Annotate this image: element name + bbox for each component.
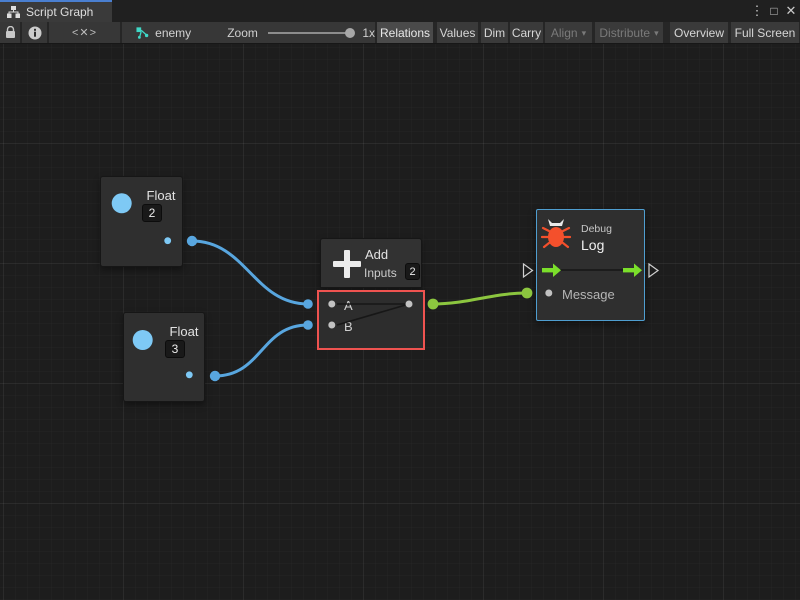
graph-canvas[interactable]: Float 2 Float 3 Add Inputs 2 A B Debug L…	[0, 44, 800, 600]
zoom-level: 1x	[362, 26, 375, 40]
toolbar: <✕> enemy Zoom 1x Relations Values Dim C…	[0, 22, 800, 44]
window-menu-icon[interactable]: ⋮	[750, 0, 764, 22]
node-debug-log[interactable]: Debug Log Message	[536, 209, 645, 321]
inputs-count-input[interactable]: 2	[405, 263, 420, 280]
port-label-a: A	[344, 298, 353, 313]
node-title: Log	[581, 237, 604, 253]
window-close-icon[interactable]: ✕	[783, 0, 799, 22]
values-button[interactable]: Values	[437, 22, 478, 43]
overview-label: Overview	[674, 26, 724, 40]
graph-context-bar: enemy Zoom 1x	[122, 22, 375, 43]
relations-label: Relations	[380, 26, 430, 40]
message-port-label: Message	[562, 287, 615, 302]
align-caret-icon: ▾	[582, 28, 587, 39]
code-preview-toggle[interactable]: <✕>	[49, 22, 120, 43]
tab-script-graph[interactable]: Script Graph	[0, 0, 112, 22]
tab-title: Script Graph	[26, 5, 93, 19]
carry-button[interactable]: Carry	[510, 22, 543, 43]
node-title: Float	[162, 324, 206, 339]
node-title: Float	[139, 188, 183, 203]
dim-label: Dim	[484, 26, 505, 40]
zoom-slider-handle[interactable]	[345, 28, 355, 38]
overview-button[interactable]: Overview	[670, 22, 728, 43]
fullscreen-label: Full Screen	[735, 26, 796, 40]
inspector-button[interactable]	[22, 22, 47, 43]
zoom-slider[interactable]	[268, 32, 354, 34]
script-graph-asset-icon	[136, 26, 149, 40]
node-category: Debug	[581, 223, 612, 235]
distribute-label: Distribute	[599, 26, 650, 40]
bug-icon	[541, 218, 571, 250]
align-button[interactable]: Align ▾	[545, 22, 592, 43]
tab-strip: Script Graph ⋮ □ ✕	[0, 0, 800, 22]
carry-label: Carry	[512, 26, 541, 40]
node-add-ports-highlight[interactable]: A B	[317, 290, 425, 350]
zoom-label: Zoom	[227, 26, 258, 40]
lock-button[interactable]	[0, 22, 20, 43]
float-value-input[interactable]: 3	[165, 340, 185, 358]
port-label-b: B	[344, 319, 353, 334]
fullscreen-button[interactable]: Full Screen	[731, 22, 799, 43]
node-float-3[interactable]: Float 3	[123, 312, 205, 402]
dim-button[interactable]: Dim	[481, 22, 508, 43]
distribute-caret-icon: ▾	[654, 28, 659, 39]
values-label: Values	[440, 26, 476, 40]
node-add[interactable]: Add Inputs 2	[320, 238, 422, 288]
node-float-2[interactable]: Float 2	[100, 176, 183, 267]
node-title: Add	[365, 247, 388, 262]
align-label: Align	[551, 26, 578, 40]
window-maximize-icon[interactable]: □	[766, 0, 782, 22]
plus-icon	[333, 250, 361, 278]
lock-icon	[5, 26, 16, 39]
float-value-input[interactable]: 2	[142, 204, 162, 222]
graph-hierarchy-icon	[7, 6, 20, 18]
info-icon	[28, 26, 42, 40]
distribute-button[interactable]: Distribute ▾	[595, 22, 663, 43]
inputs-label: Inputs	[364, 266, 397, 280]
relations-button[interactable]: Relations	[377, 22, 433, 43]
graph-name[interactable]: enemy	[155, 26, 191, 40]
